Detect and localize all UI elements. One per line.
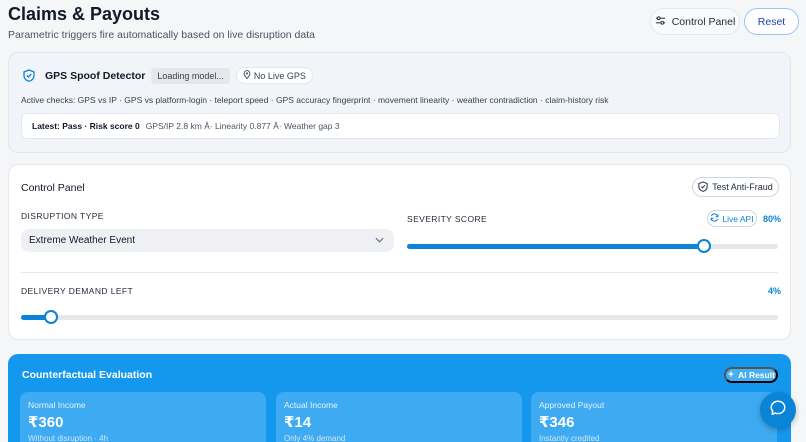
stat-note: Instantly credited — [539, 434, 600, 442]
control-panel-card: Control Panel Test Anti-Fraud DISRUPTION… — [8, 164, 791, 340]
chat-bubble-icon — [769, 399, 787, 422]
test-anti-fraud-button[interactable]: Test Anti-Fraud — [692, 177, 779, 197]
stat-label: Normal Income — [28, 400, 86, 410]
ai-result-label: AI Result — [738, 370, 775, 380]
stat-note: Only 4% demand — [284, 434, 346, 442]
disruption-type-select[interactable]: Extreme Weather Event — [21, 229, 394, 252]
stat-label: Actual Income — [284, 400, 338, 410]
live-api-label: Live API — [722, 213, 754, 224]
severity-slider-fill — [407, 244, 704, 249]
gps-title: GPS Spoof Detector — [45, 69, 146, 82]
severity-slider[interactable] — [407, 239, 778, 253]
page-title: Claims & Payouts — [8, 4, 161, 24]
evaluation-title: Counterfactual Evaluation — [22, 369, 153, 381]
shield-icon — [698, 180, 708, 194]
latest-result-box: Latest: Pass · Risk score 0 GPS/IP 2.8 k… — [21, 113, 780, 139]
latest-result-label: Latest: Pass · Risk score 0 — [32, 121, 140, 131]
severity-score-label: SEVERITY SCORE — [407, 214, 488, 224]
delivery-demand-slider[interactable] — [21, 310, 778, 324]
active-checks: Active checks: GPS vs IP · GPS vs platfo… — [21, 95, 609, 105]
stat-approved-payout: Approved Payout ₹346 Instantly credited — [531, 392, 777, 442]
gps-status-text: No Live GPS — [253, 70, 306, 81]
stat-value: ₹14 — [284, 414, 312, 431]
gps-status-badge: No Live GPS — [235, 67, 313, 84]
disruption-type-value: Extreme Weather Event — [29, 235, 135, 246]
page-header: Claims & Payouts Parametric triggers fir… — [8, 4, 799, 48]
disruption-type-label: DISRUPTION TYPE — [21, 211, 104, 221]
gps-header: GPS Spoof Detector Loading model... No L… — [21, 67, 313, 84]
stat-actual-income: Actual Income ₹14 Only 4% demand — [276, 392, 522, 442]
live-api-button[interactable]: Live API — [707, 210, 757, 227]
control-panel-button-label: Control Panel — [671, 15, 736, 28]
model-status-badge: Loading model... — [151, 67, 230, 84]
delivery-demand-percent: 4% — [768, 286, 782, 296]
control-panel-button[interactable]: Control Panel — [650, 8, 740, 35]
chat-button[interactable] — [760, 392, 796, 428]
delivery-demand-label: DELIVERY DEMAND LEFT — [21, 286, 134, 296]
gps-spoof-detector-card: GPS Spoof Detector Loading model... No L… — [8, 52, 791, 153]
sliders-icon — [655, 15, 666, 29]
shield-check-icon — [21, 68, 37, 84]
sparkle-icon — [727, 370, 735, 380]
stat-value: ₹360 — [28, 414, 64, 431]
test-anti-fraud-label: Test Anti-Fraud — [712, 182, 773, 192]
stat-label: Approved Payout — [539, 400, 605, 410]
stat-value: ₹346 — [539, 414, 575, 431]
counterfactual-evaluation-card: Counterfactual Evaluation AI Result Norm… — [8, 354, 791, 442]
control-divider — [21, 272, 778, 273]
ai-result-button[interactable]: AI Result — [724, 367, 778, 383]
map-pin-icon — [243, 70, 251, 81]
latest-result-detail: GPS/IP 2.8 km Â· Linearity 0.877 Â· Weat… — [145, 121, 340, 131]
severity-percent: 80% — [763, 214, 782, 224]
stat-normal-income: Normal Income ₹360 Without disruption · … — [20, 392, 266, 442]
chevron-down-icon — [375, 235, 384, 246]
refresh-icon — [710, 213, 719, 224]
reset-button[interactable]: Reset — [744, 8, 799, 35]
page-subtitle: Parametric triggers fire automatically b… — [8, 29, 315, 41]
severity-slider-thumb[interactable] — [696, 239, 711, 253]
delivery-demand-slider-thumb[interactable] — [44, 310, 59, 324]
control-panel-title: Control Panel — [21, 182, 85, 194]
stat-note: Without disruption · 4h — [28, 434, 109, 442]
